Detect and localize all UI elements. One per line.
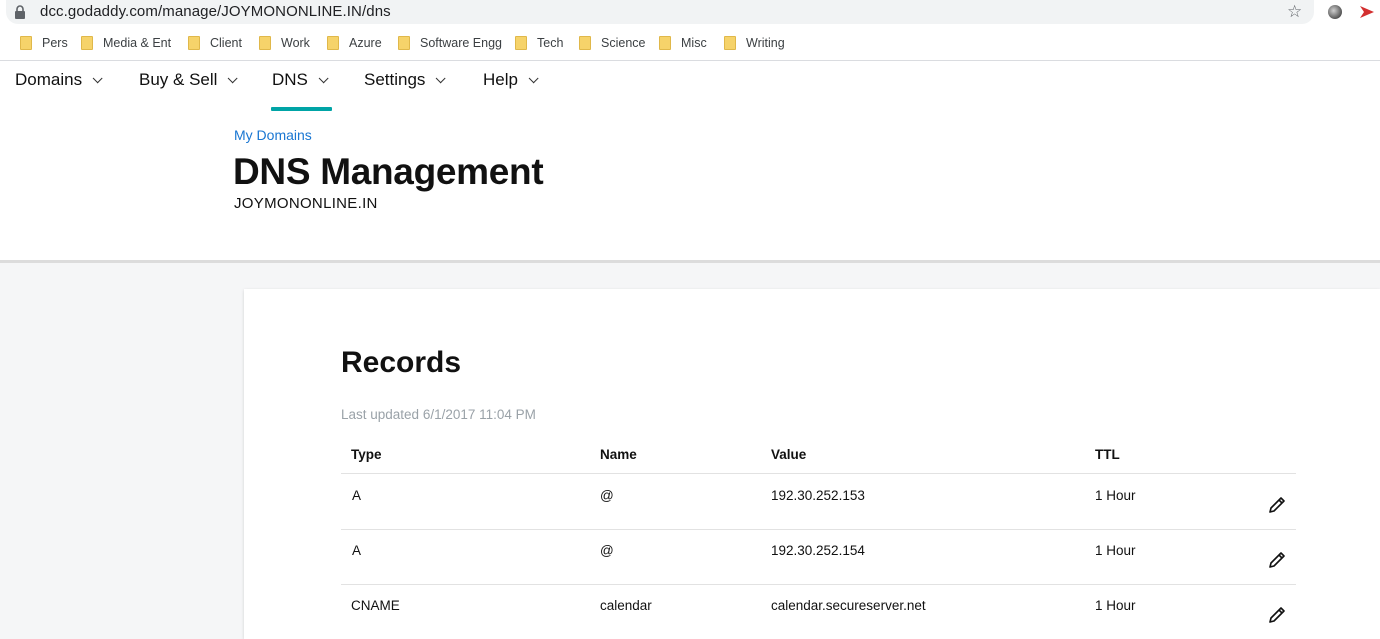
chevron-down-icon [228, 72, 239, 83]
nav-dns[interactable]: DNS [272, 70, 329, 90]
chevron-down-icon [528, 72, 539, 83]
bookmark-folder-icon [259, 36, 271, 50]
record-value: calendar.secureserver.net [771, 598, 926, 613]
page-title: DNS Management [233, 151, 544, 192]
nav-domains[interactable]: Domains [15, 70, 103, 90]
column-header-type: Type [351, 447, 382, 462]
bookmark-item[interactable]: Misc [659, 35, 707, 51]
bookmark-folder-icon [327, 36, 339, 50]
bookmark-folder-icon [659, 36, 671, 50]
bookmark-folder-icon [81, 36, 93, 50]
bookmark-item[interactable]: Tech [515, 35, 563, 51]
bookmark-item[interactable]: Work [259, 35, 310, 51]
chevron-down-icon [436, 72, 447, 83]
bookmark-label: Misc [681, 36, 707, 50]
bookmark-label: Work [281, 36, 310, 50]
nav-label: Help [483, 70, 518, 89]
nav-label: Settings [364, 70, 426, 89]
nav-label: Buy & Sell [139, 70, 218, 89]
records-card: Records Last updated 6/1/2017 11:04 PM T… [244, 289, 1380, 639]
domain-name: JOYMONONLINE.IN [234, 195, 378, 212]
bookmark-label: Software Engg [420, 36, 502, 50]
extension-icon[interactable] [1358, 3, 1376, 21]
breadcrumb-my-domains[interactable]: My Domains [234, 127, 312, 143]
bookmark-item[interactable]: Writing [724, 35, 785, 51]
record-ttl: 1 Hour [1095, 543, 1136, 558]
record-value: 192.30.252.154 [771, 543, 865, 558]
bookmark-folder-icon [579, 36, 591, 50]
chevron-down-icon [318, 72, 329, 83]
record-ttl: 1 Hour [1095, 488, 1136, 503]
bookmark-item[interactable]: Azure [327, 35, 382, 51]
bookmarks-bar: Pers Media & Ent Client Work Azure Softw… [0, 25, 1380, 61]
site-nav: Domains Buy & Sell DNS Settings Help [0, 62, 1380, 111]
bookmark-label: Azure [349, 36, 382, 50]
browser-address-bar: dcc.godaddy.com/manage/JOYMONONLINE.IN/d… [0, 0, 1380, 25]
pencil-icon[interactable] [1267, 605, 1287, 625]
bookmark-folder-icon [724, 36, 736, 50]
record-name: @ [600, 543, 614, 558]
bookmark-label: Writing [746, 36, 785, 50]
lock-icon[interactable] [14, 5, 26, 19]
bookmark-folder-icon [398, 36, 410, 50]
bookmark-label: Science [601, 36, 646, 50]
record-type: A [352, 543, 362, 558]
row-divider [341, 473, 1296, 474]
record-type: A [352, 488, 362, 503]
column-header-ttl: TTL [1095, 447, 1120, 462]
record-name: @ [600, 488, 614, 503]
star-icon[interactable]: ☆ [1287, 2, 1302, 22]
row-divider [341, 529, 1296, 530]
pencil-icon[interactable] [1267, 495, 1287, 515]
bookmark-item[interactable]: Client [188, 35, 242, 51]
bookmark-item[interactable]: Media & Ent [81, 35, 171, 51]
bookmark-item[interactable]: Software Engg [398, 35, 502, 51]
nav-settings[interactable]: Settings [364, 70, 447, 90]
record-name: calendar [600, 598, 652, 613]
record-type: CNAME [351, 598, 400, 613]
record-ttl: 1 Hour [1095, 598, 1136, 613]
column-header-name: Name [600, 447, 637, 462]
url-text[interactable]: dcc.godaddy.com/manage/JOYMONONLINE.IN/d… [40, 3, 391, 20]
column-header-value: Value [771, 447, 807, 462]
nav-help[interactable]: Help [483, 70, 539, 90]
bookmark-folder-icon [188, 36, 200, 50]
last-updated: Last updated 6/1/2017 11:04 PM [341, 407, 536, 422]
bookmark-folder-icon [515, 36, 527, 50]
bookmark-label: Media & Ent [103, 36, 172, 50]
nav-buy-sell[interactable]: Buy & Sell [139, 70, 239, 90]
record-value: 192.30.252.153 [771, 488, 865, 503]
bookmark-folder-icon [20, 36, 32, 50]
bookmark-item[interactable]: Science [579, 35, 645, 51]
nav-label: DNS [272, 70, 308, 89]
bookmark-label: Client [210, 36, 242, 50]
records-title: Records [341, 346, 462, 379]
bookmark-label: Pers [42, 36, 68, 50]
nav-label: Domains [15, 70, 83, 89]
bookmark-item[interactable]: Pers [20, 35, 68, 51]
bookmark-label: Tech [537, 36, 564, 50]
pencil-icon[interactable] [1267, 550, 1287, 570]
page-header: My Domains DNS Management JOYMONONLINE.I… [0, 111, 1380, 260]
chevron-down-icon [92, 72, 103, 83]
extension-icon[interactable] [1328, 5, 1342, 19]
row-divider [341, 584, 1296, 585]
